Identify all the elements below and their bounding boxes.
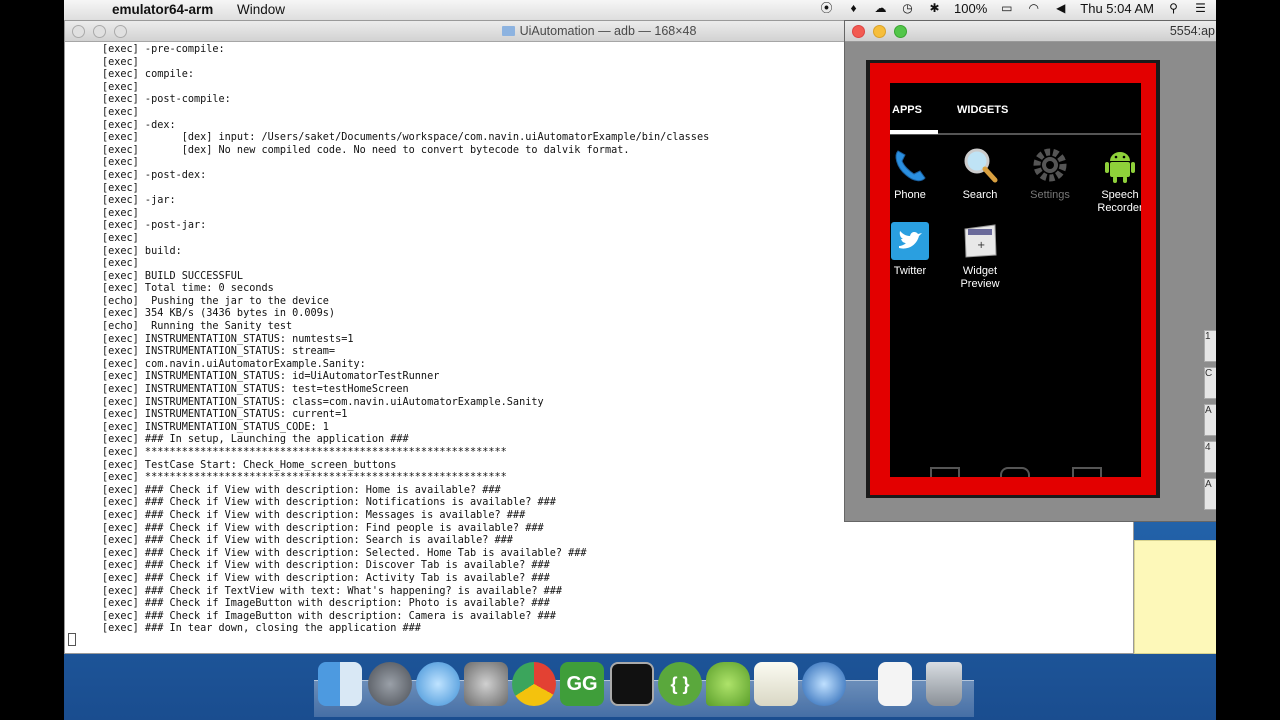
textedit-icon[interactable] [754, 662, 798, 706]
spotlight-search-icon[interactable]: ⚲ [1166, 1, 1181, 16]
emulator-zoom-button[interactable] [894, 25, 907, 38]
menu-window[interactable]: Window [237, 2, 285, 17]
finder-icon[interactable] [318, 662, 362, 706]
chrome-icon[interactable] [512, 662, 556, 706]
emulator-title: 5554:ap [1169, 24, 1215, 38]
volume-icon[interactable]: ◀ [1053, 1, 1068, 16]
tab-widgets[interactable]: WIDGETS [957, 104, 1008, 116]
battery-percent[interactable]: 100% [954, 1, 987, 16]
back-button-icon[interactable] [930, 467, 960, 477]
svg-text:+: + [977, 240, 985, 251]
system-preferences-icon[interactable] [464, 662, 508, 706]
side-button-1[interactable]: 1 [1204, 330, 1216, 362]
quicktime-icon[interactable] [802, 662, 846, 706]
cloud-icon[interactable]: ☁ [873, 1, 888, 16]
app-phone[interactable]: Phone [890, 145, 945, 202]
android-nav-bar [890, 457, 1141, 477]
tab-apps-indicator [890, 130, 938, 134]
android-icon[interactable] [706, 662, 750, 706]
settings-icon [1030, 145, 1070, 185]
side-controls: 1 C A 4 A [1204, 330, 1216, 510]
status-area: ⦿ ♦ ☁ ◷ ✱ 100% ▭ ◠ ◀ Thu 5:04 AM ⚲ ☰ [819, 1, 1208, 16]
app-search[interactable]: Search [945, 145, 1015, 202]
app-speech-recorder[interactable]: Speech Recorder [1085, 145, 1141, 214]
app-label: Phone [894, 189, 926, 201]
side-button-2[interactable]: C [1204, 367, 1216, 399]
gg-icon[interactable]: GG [560, 662, 604, 706]
side-button-4[interactable]: 4 [1204, 441, 1216, 473]
document-icon[interactable] [878, 662, 912, 706]
app-label: Twitter [893, 265, 927, 277]
terminal-cursor [68, 633, 76, 646]
app-drawer-tabs: APPS WIDGETS [890, 83, 1141, 135]
app-label: Widget Preview [960, 265, 1000, 290]
phone-icon [890, 145, 930, 185]
clock[interactable]: Thu 5:04 AM [1080, 1, 1154, 16]
side-button-5[interactable]: A [1204, 478, 1216, 510]
app-settings[interactable]: Settings [1015, 145, 1085, 202]
messages-icon[interactable] [416, 662, 460, 706]
tab-apps[interactable]: APPS [892, 104, 922, 116]
emulator-close-button[interactable] [852, 25, 865, 38]
dock: GG { } [314, 660, 974, 717]
menu-bar: emulator64-arm Window ⦿ ♦ ☁ ◷ ✱ 100% ▭ ◠… [64, 0, 1216, 21]
android-icon [1100, 145, 1140, 185]
letterbox-left [0, 0, 64, 720]
app-label: Search [962, 189, 998, 201]
app-twitter[interactable]: Twitter [890, 221, 945, 278]
recents-button-icon[interactable] [1072, 467, 1102, 477]
wifi-icon[interactable]: ◠ [1026, 1, 1041, 16]
trash-icon[interactable] [926, 662, 962, 706]
record-icon[interactable]: ⦿ [819, 1, 834, 16]
mac-screen: emulator64-arm Window ⦿ ♦ ☁ ◷ ✱ 100% ▭ ◠… [64, 0, 1216, 720]
app-label: Speech Recorder [1097, 189, 1141, 214]
emulator-frame: APPS WIDGETS Phone Search Settings Speec… [866, 60, 1160, 498]
home-button-icon[interactable] [1000, 467, 1030, 477]
folder-icon [501, 26, 515, 36]
notification-bell-icon[interactable]: ♦ [846, 1, 861, 16]
launchpad-icon[interactable] [368, 662, 412, 706]
brackets-icon[interactable]: { } [658, 662, 702, 706]
letterbox-right [1216, 0, 1280, 720]
search-icon [960, 145, 1000, 185]
menu-app-name[interactable]: emulator64-arm [112, 2, 213, 17]
terminal-title: UiAutomation — adb — 168×48 [519, 24, 697, 38]
side-button-3[interactable]: A [1204, 404, 1216, 436]
sticky-note[interactable] [1134, 540, 1216, 654]
notification-center-icon[interactable]: ☰ [1193, 1, 1208, 16]
widget-preview-icon: + [960, 221, 1000, 261]
terminal-icon[interactable] [610, 662, 654, 706]
bluetooth-icon[interactable]: ✱ [927, 1, 942, 16]
android-screen[interactable]: APPS WIDGETS Phone Search Settings Speec… [890, 83, 1141, 477]
battery-icon[interactable]: ▭ [999, 1, 1014, 16]
twitter-icon [890, 221, 930, 261]
emulator-window[interactable]: 5554:ap APPS WIDGETS Phone Search Settin… [844, 20, 1216, 522]
time-machine-icon[interactable]: ◷ [900, 1, 915, 16]
emulator-titlebar[interactable]: 5554:ap [845, 21, 1216, 42]
emulator-minimize-button[interactable] [873, 25, 886, 38]
app-widget-preview[interactable]: + Widget Preview [945, 221, 1015, 290]
app-label: Settings [1030, 189, 1070, 201]
